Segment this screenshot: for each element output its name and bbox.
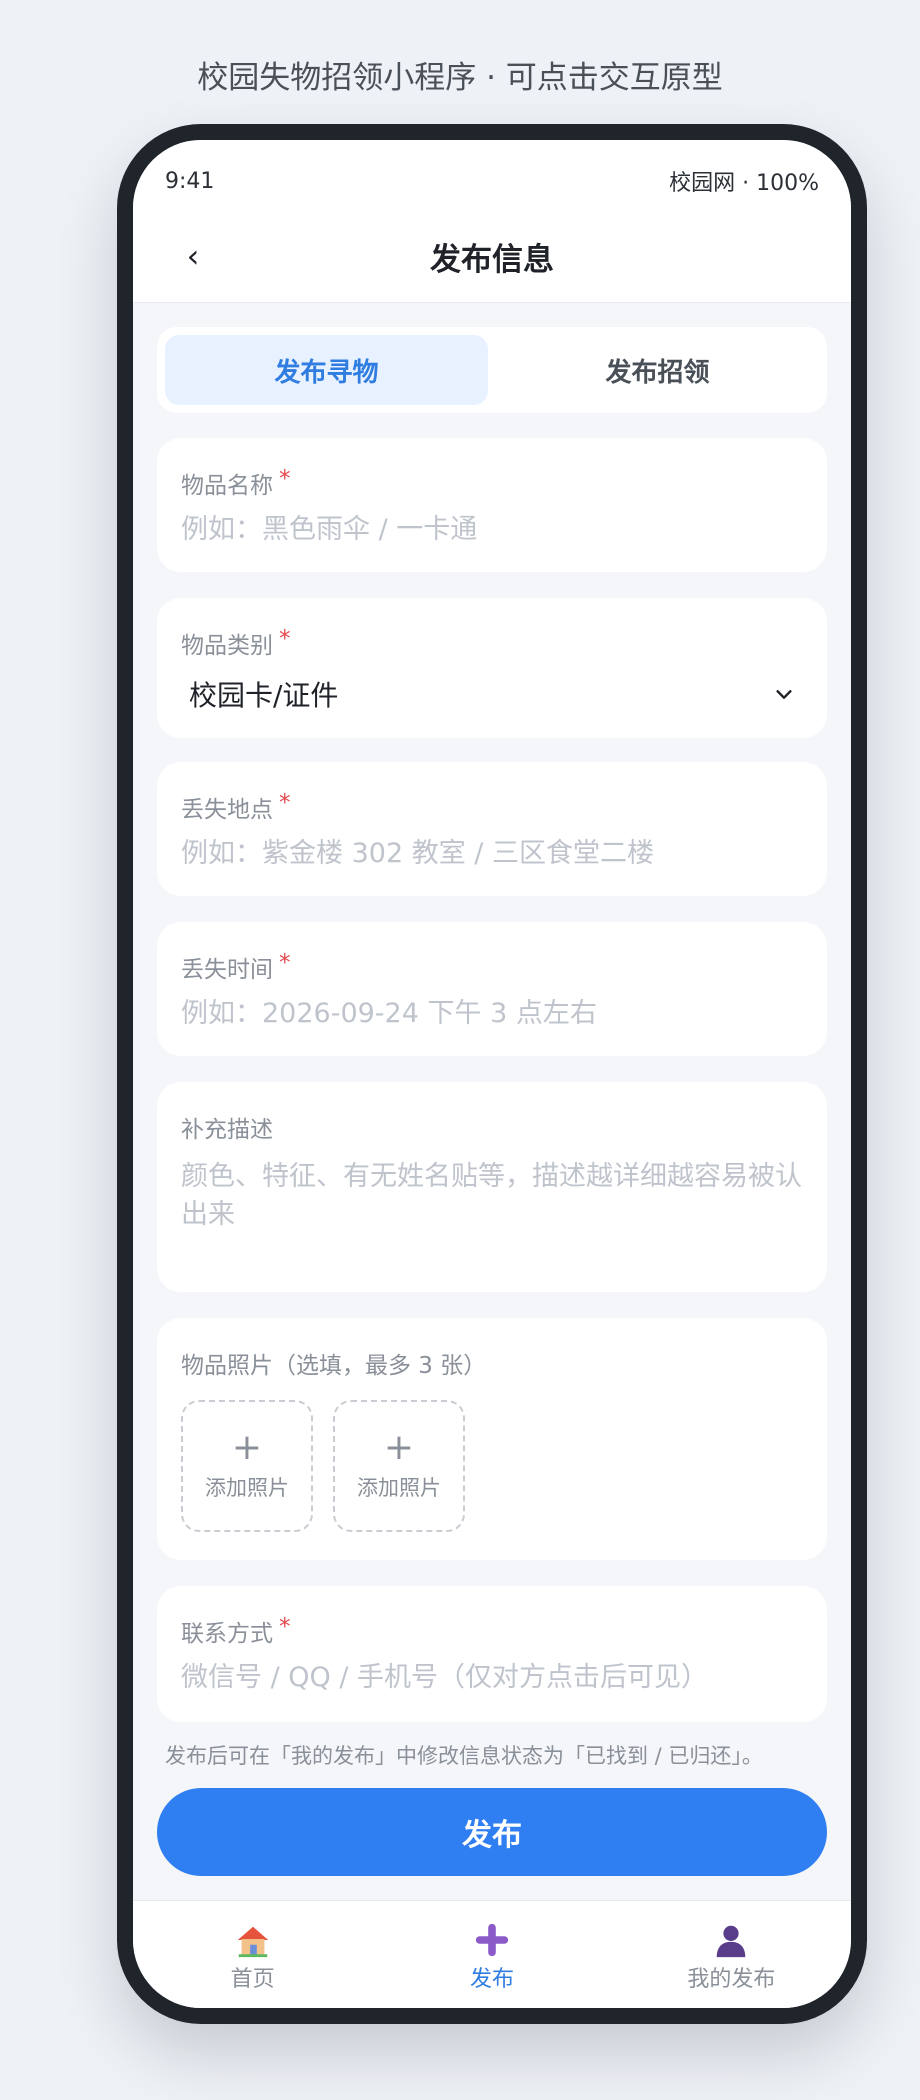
item-name-card: 物品名称 *	[157, 438, 827, 572]
add-photo-button[interactable]: + 添加照片	[181, 1400, 313, 1532]
required-mark: *	[279, 950, 291, 976]
status-bar: 9:41 校园网 · 100%	[133, 140, 851, 210]
photo-upload-row: + 添加照片 + 添加照片	[181, 1400, 803, 1532]
plus-cross-icon	[475, 1923, 509, 1957]
contact-input[interactable]	[181, 1662, 803, 1693]
category-label-text: 物品类别	[181, 633, 273, 659]
required-mark: *	[279, 790, 291, 816]
add-photo-label: 添加照片	[205, 1476, 289, 1500]
add-photo-label: 添加照片	[357, 1476, 441, 1500]
description-card: 补充描述	[157, 1082, 827, 1292]
tab-publish-lost[interactable]: 发布寻物	[165, 335, 488, 405]
tabbar-item-publish[interactable]: 发布	[372, 1901, 611, 2008]
location-label-text: 丢失地点	[181, 797, 273, 823]
description-label: 补充描述	[181, 1110, 803, 1144]
page-title: 发布信息	[430, 241, 554, 278]
category-label: 物品类别 *	[181, 626, 803, 660]
category-select-value: 校园卡/证件	[189, 679, 339, 712]
location-label: 丢失地点 *	[181, 790, 803, 824]
photos-card: 物品照片（选填，最多 3 张） + 添加照片 + 添加照片	[157, 1318, 827, 1560]
chevron-down-icon	[776, 690, 792, 699]
item-name-label-text: 物品名称	[181, 473, 273, 499]
location-card: 丢失地点 *	[157, 762, 827, 896]
phone-frame: 9:41 校园网 · 100% ‹ 发布信息 发布寻物 发布招领 物品名称 * …	[117, 124, 867, 2024]
description-label-text: 补充描述	[181, 1117, 273, 1143]
publish-button[interactable]: 发布	[157, 1788, 827, 1876]
phone-screen: 9:41 校园网 · 100% ‹ 发布信息 发布寻物 发布招领 物品名称 * …	[133, 140, 851, 2008]
location-input[interactable]	[181, 838, 803, 869]
contact-label: 联系方式 *	[181, 1614, 803, 1648]
tabbar-label: 首页	[230, 1967, 275, 1992]
tabbar-label: 我的发布	[687, 1967, 776, 1992]
back-button[interactable]: ‹	[173, 234, 213, 278]
category-card: 物品类别 * 校园卡/证件	[157, 598, 827, 738]
plus-icon: +	[231, 1427, 263, 1468]
item-name-label: 物品名称 *	[181, 466, 803, 500]
publish-type-tabs: 发布寻物 发布招领	[157, 327, 827, 413]
time-input[interactable]	[181, 998, 803, 1029]
publish-hint: 发布后可在「我的发布」中修改信息状态为「已找到 / 已归还」。	[165, 1744, 763, 1768]
photos-label: 物品照片（选填，最多 3 张）	[181, 1346, 803, 1380]
contact-card: 联系方式 *	[157, 1586, 827, 1722]
category-select[interactable]: 校园卡/证件	[181, 674, 803, 714]
tab-publish-found[interactable]: 发布招领	[496, 335, 819, 405]
bottom-tabbar: 首页 发布 我的发布	[133, 1900, 851, 2008]
status-network-battery: 校园网 · 100%	[669, 171, 819, 196]
status-time: 9:41	[165, 168, 215, 194]
nav-bar: ‹ 发布信息	[133, 210, 851, 303]
tabbar-label: 发布	[469, 1967, 514, 1992]
plus-icon: +	[383, 1427, 415, 1468]
contact-label-text: 联系方式	[181, 1621, 273, 1647]
time-label-text: 丢失时间	[181, 957, 273, 983]
house-icon	[237, 1926, 268, 1958]
required-mark: *	[279, 1614, 291, 1640]
description-textarea[interactable]	[181, 1158, 803, 1248]
user-icon	[717, 1925, 746, 1958]
time-card: 丢失时间 *	[157, 922, 827, 1056]
photos-label-text: 物品照片（选填，最多 3 张）	[181, 1353, 487, 1379]
add-photo-button[interactable]: + 添加照片	[333, 1400, 465, 1532]
item-name-input[interactable]	[181, 514, 803, 545]
page-caption: 校园失物招领小程序 · 可点击交互原型	[197, 60, 723, 96]
required-mark: *	[279, 466, 291, 492]
tabbar-item-my-posts[interactable]: 我的发布	[612, 1901, 851, 2008]
time-label: 丢失时间 *	[181, 950, 803, 984]
tabbar-item-home[interactable]: 首页	[133, 1901, 372, 2008]
required-mark: *	[279, 626, 291, 652]
